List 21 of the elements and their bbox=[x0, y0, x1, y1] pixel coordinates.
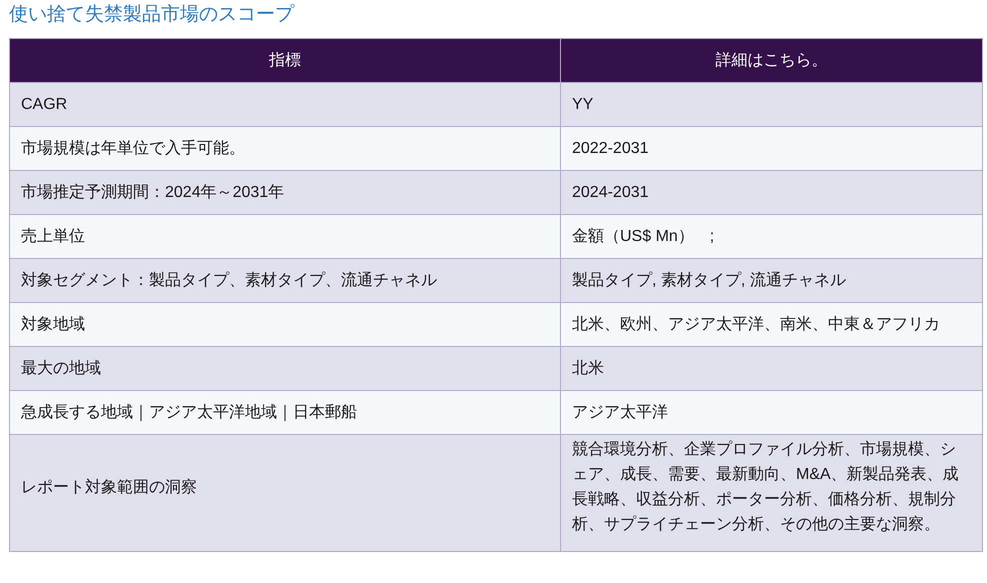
table-cell: 市場規模は年単位で入手可能。 bbox=[10, 126, 560, 170]
table-cell: 市場推定予測期間：2024年～2031年 bbox=[10, 170, 560, 214]
table-cell: CAGR bbox=[10, 82, 560, 126]
table-cell: 北米、欧州、アジア太平洋、南米、中東＆アフリカ bbox=[560, 302, 982, 346]
table-cell: 対象セグメント：製品タイプ、素材タイプ、流通チャネル bbox=[10, 258, 560, 302]
column-header: 指標 bbox=[10, 38, 560, 82]
table-cell: 急成長する地域｜アジア太平洋地域｜日本郵船 bbox=[10, 390, 560, 434]
table-cell: 最大の地域 bbox=[10, 346, 560, 390]
table-cell: レポート対象範囲の洞察 bbox=[10, 434, 560, 552]
table-cell: 北米 bbox=[560, 346, 982, 390]
table-cell: 金額（US$ Mn） ; bbox=[560, 214, 982, 258]
table-cell: 対象地域 bbox=[10, 302, 560, 346]
table-cell: 競合環境分析、企業プロファイル分析、市場規模、シェア、成長、需要、最新動向、M&A、新製品発表、成長戦略、収益分析、ポーター分析、価格分析、規制分析、サプライチェーン分析、その他の主要な洞察。 bbox=[560, 434, 982, 552]
section-title: 使い捨て失禁製品市場のスコープ bbox=[9, 3, 296, 27]
table-cell: 2024-2031 bbox=[560, 170, 982, 214]
table-cell: 売上単位 bbox=[10, 214, 560, 258]
table-cell: YY bbox=[560, 82, 982, 126]
table-cell: 製品タイプ, 素材タイプ, 流通チャネル bbox=[560, 258, 982, 302]
table-cell: 2022-2031 bbox=[560, 126, 982, 170]
table-cell: アジア太平洋 bbox=[560, 390, 982, 434]
column-header: 詳細はこちら。 bbox=[560, 38, 982, 82]
